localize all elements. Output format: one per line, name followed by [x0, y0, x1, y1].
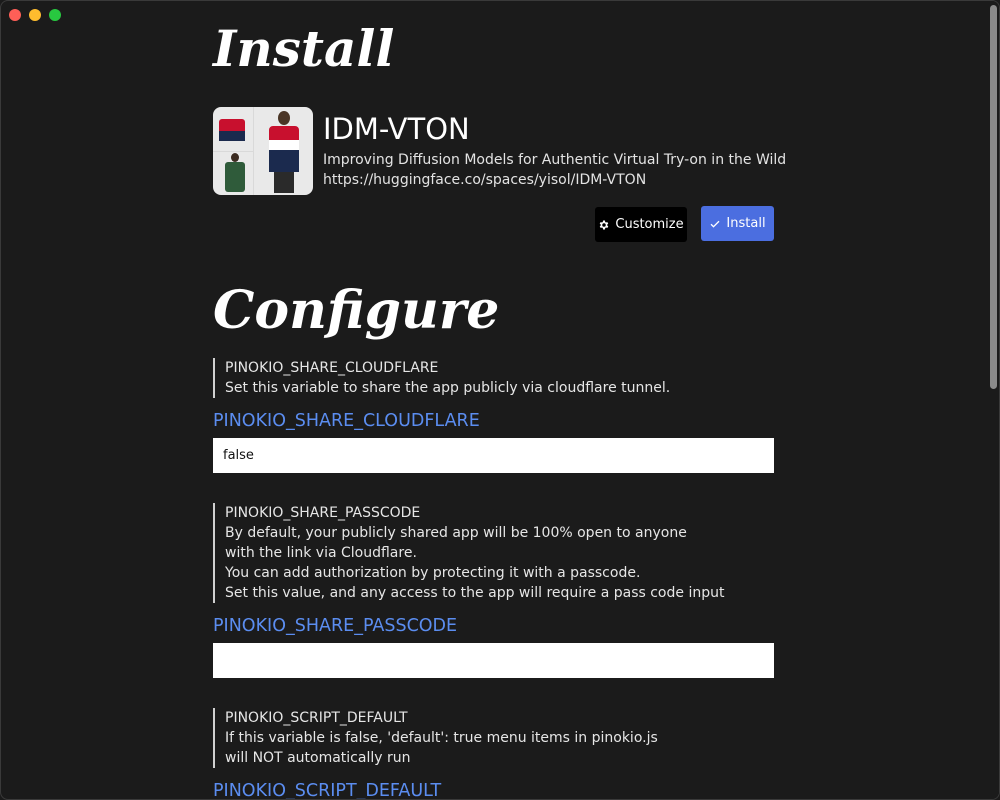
model-shirt-red [269, 126, 299, 140]
tshirt-image-bottom [219, 131, 245, 141]
variable-description-line: If this variable is false, 'default': tr… [225, 730, 658, 746]
install-heading: Install [213, 19, 395, 78]
app-card: IDM-VTON Improving Diffusion Models for … [213, 107, 786, 197]
variable-description-line: will NOT automatically run [225, 750, 411, 766]
model-green-body [225, 162, 245, 192]
scrollbar[interactable] [987, 1, 999, 799]
gear-icon [598, 219, 610, 231]
app-url: https://huggingface.co/spaces/yisol/IDM-… [323, 172, 647, 188]
close-window-button[interactable] [9, 9, 21, 21]
variable-description-line: By default, your publicly shared app wil… [225, 525, 687, 541]
variable-description: PINOKIO_SHARE_CLOUDFLARE Set this variab… [213, 358, 670, 398]
variable-description-line: Set this value, and any access to the ap… [225, 585, 725, 601]
model-image [259, 109, 309, 193]
app-window: Install IDM-VTON Improving Diffusion Mod… [0, 0, 1000, 800]
variable-description: PINOKIO_SHARE_PASSCODE By default, your … [213, 503, 724, 603]
model-head [278, 111, 290, 125]
variable-description-title: PINOKIO_SCRIPT_DEFAULT [225, 710, 408, 726]
variable-label-share-cloudflare: PINOKIO_SHARE_CLOUDFLARE [213, 411, 480, 431]
model-green-head [231, 153, 239, 162]
scrollbar-thumb[interactable] [990, 5, 997, 389]
install-button[interactable]: Install [701, 206, 774, 241]
app-thumbnail [213, 107, 313, 195]
customize-button-label: Customize [615, 217, 684, 232]
variable-description-line: with the link via Cloudflare. [225, 545, 417, 561]
model-legs [274, 172, 294, 193]
variable-description-title: PINOKIO_SHARE_PASSCODE [225, 505, 421, 521]
check-icon [709, 218, 721, 230]
variable-description-line: Set this variable to share the app publi… [225, 380, 671, 396]
variable-description-title: PINOKIO_SHARE_CLOUDFLARE [225, 360, 439, 376]
customize-button[interactable]: Customize [595, 207, 687, 242]
variable-label-share-passcode: PINOKIO_SHARE_PASSCODE [213, 616, 458, 636]
variable-description-line: You can add authorization by protecting … [225, 565, 641, 581]
variable-label-script-default: PINOKIO_SCRIPT_DEFAULT [213, 781, 442, 800]
zoom-window-button[interactable] [49, 9, 61, 21]
minimize-window-button[interactable] [29, 9, 41, 21]
model-shirt-navy [269, 150, 299, 172]
variable-description: PINOKIO_SCRIPT_DEFAULT If this variable … [213, 708, 658, 768]
share-passcode-input[interactable] [213, 643, 774, 678]
window-controls [9, 9, 61, 21]
configure-heading: Configure [213, 280, 500, 341]
model-green-image [221, 151, 251, 193]
app-name: IDM-VTON [323, 112, 470, 146]
thumbnail-divider [253, 107, 254, 195]
model-shirt-white [269, 140, 299, 150]
app-description: Improving Diffusion Models for Authentic… [323, 152, 787, 168]
share-cloudflare-input[interactable] [213, 438, 774, 473]
install-button-label: Install [726, 216, 766, 231]
